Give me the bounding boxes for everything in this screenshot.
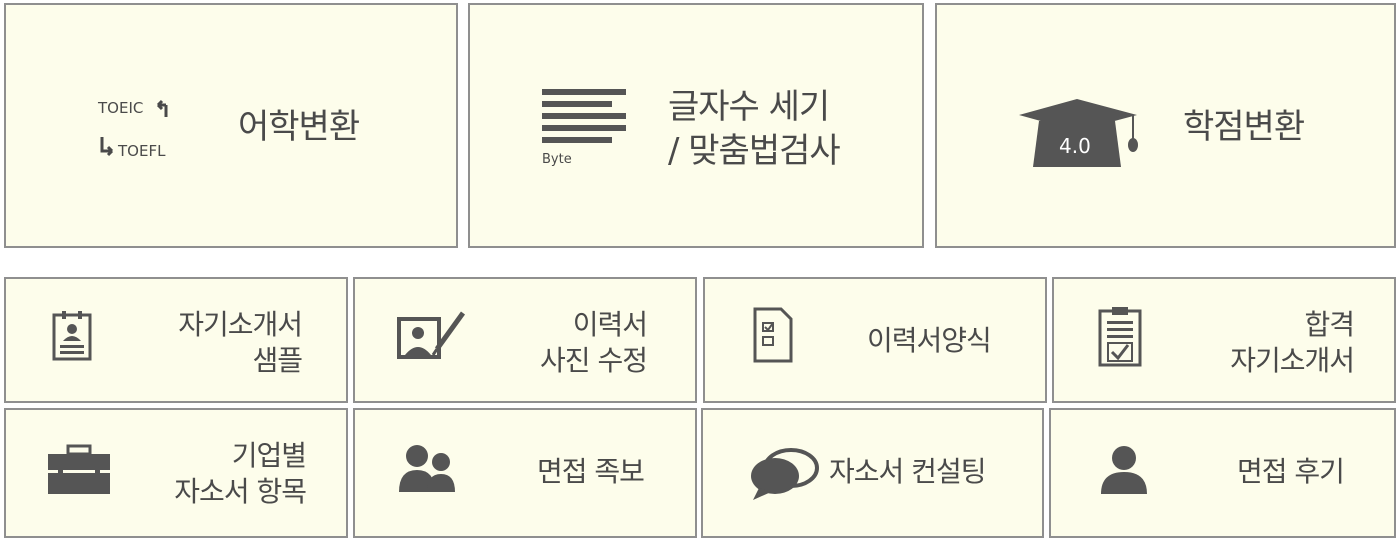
gpa-converter-label: 학점변환 [1183, 107, 1305, 147]
resume-form-label: 이력서양식 [867, 324, 992, 357]
character-count-label: 글자수 세기 / 맞춤법검사 [668, 87, 841, 172]
people-icon [399, 445, 455, 492]
gpa-converter-tile[interactable]: 4.0 학점변환 [935, 3, 1396, 248]
briefcase-icon [48, 444, 110, 494]
company-questions-label: 기업별 자소서 항목 [174, 439, 307, 509]
self-intro-consulting-label: 자소서 컨설팅 [829, 455, 986, 488]
character-count-tile[interactable]: Byte 글자수 세기 / 맞춤법검사 [468, 3, 924, 248]
resume-form-icon [753, 307, 793, 363]
svg-text:4.0: 4.0 [1059, 134, 1091, 158]
interview-tips-label: 면접 족보 [537, 455, 645, 488]
resume-form-tile[interactable]: 이력서양식 [703, 277, 1047, 403]
interview-reviews-label: 면접 후기 [1237, 455, 1345, 488]
self-intro-sample-label: 자기소개서 샘플 [178, 308, 303, 378]
byte-lines-icon: Byte [542, 89, 626, 167]
passed-self-intro-label: 합격 자기소개서 [1230, 308, 1355, 378]
resume-photo-edit-label: 이력서 사진 수정 [540, 308, 648, 378]
photo-edit-icon [397, 311, 466, 359]
interview-reviews-tile[interactable]: 면접 후기 [1049, 408, 1396, 538]
svg-text:TOEIC: TOEIC [97, 99, 143, 117]
graduation-cap-icon: 4.0 [1019, 99, 1138, 167]
language-converter-tile[interactable]: TOEIC TOEFL 어학변환 [4, 3, 458, 248]
chat-bubbles-icon [751, 448, 819, 500]
svg-text:TOEFL: TOEFL [117, 142, 166, 160]
svg-text:Byte: Byte [542, 152, 572, 167]
passed-self-intro-tile[interactable]: 합격 자기소개서 [1052, 277, 1396, 403]
id-badge-icon [52, 311, 92, 361]
language-converter-label: 어학변환 [238, 107, 360, 147]
person-icon [1101, 446, 1147, 494]
interview-tips-tile[interactable]: 면접 족보 [353, 408, 697, 538]
self-intro-consulting-tile[interactable]: 자소서 컨설팅 [701, 408, 1044, 538]
clipboard-check-icon [1098, 307, 1142, 367]
resume-photo-edit-tile[interactable]: 이력서 사진 수정 [353, 277, 697, 403]
toeic-toefl-icon: TOEIC TOEFL [97, 99, 168, 160]
self-intro-sample-tile[interactable]: 자기소개서 샘플 [4, 277, 348, 403]
company-questions-tile[interactable]: 기업별 자소서 항목 [4, 408, 348, 538]
